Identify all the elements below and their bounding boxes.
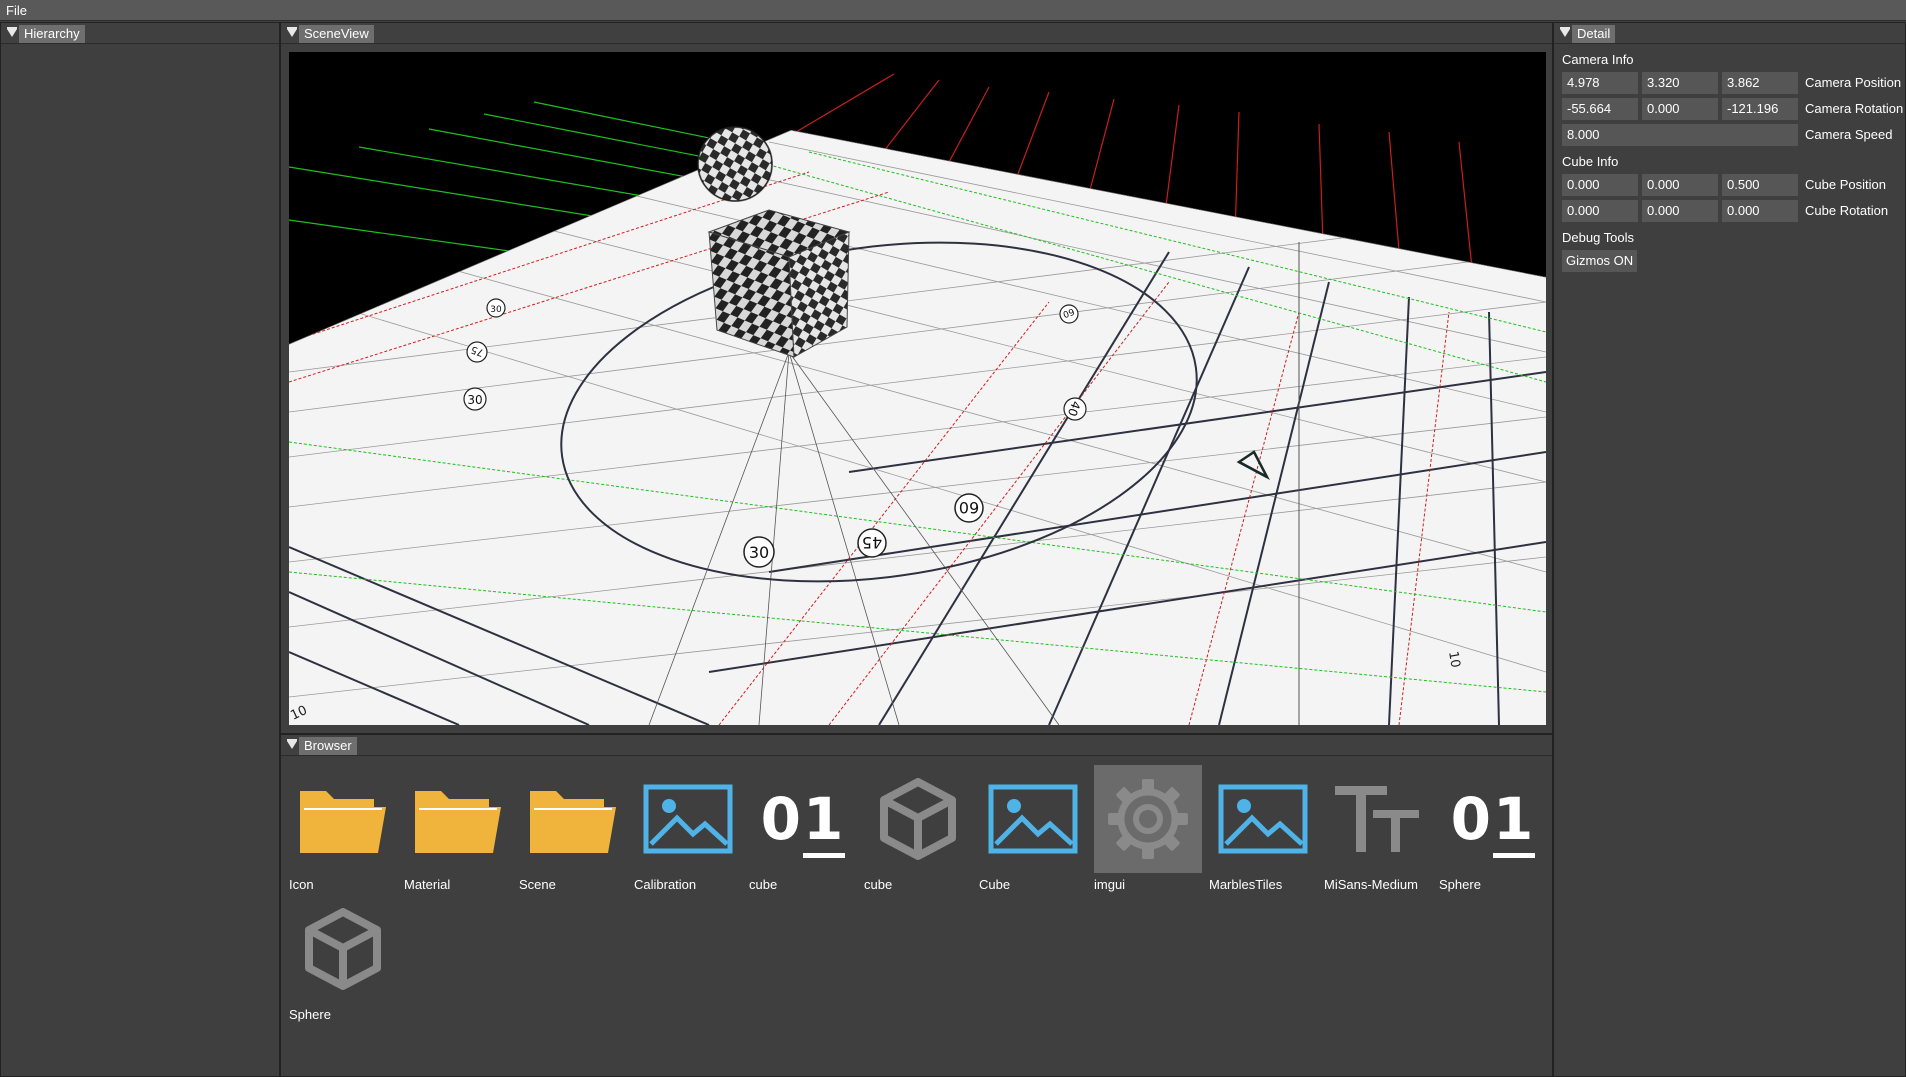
asset-label: cube: [864, 877, 893, 892]
cube-position-y-field[interactable]: 0.000: [1642, 174, 1718, 196]
browser-panel-header: Browser: [281, 735, 1552, 756]
camera-position-z-field[interactable]: 3.862: [1722, 72, 1798, 94]
tab-detail[interactable]: Detail: [1572, 25, 1616, 43]
sceneview-panel-header: SceneView: [281, 23, 1552, 44]
asset-label: Sphere: [289, 1007, 331, 1022]
camera-speed-label: Camera Speed: [1805, 127, 1893, 142]
collapse-triangle-icon[interactable]: [287, 739, 297, 749]
collapse-triangle-icon[interactable]: [1560, 27, 1570, 37]
detail-panel: Detail Camera Info 4.978 3.320 3.862 Cam…: [1553, 22, 1906, 1077]
collapse-triangle-icon[interactable]: [287, 27, 297, 37]
browser-panel: Browser Icon Material Scene Calibration: [280, 734, 1553, 1077]
debug-tools-title: Debug Tools: [1562, 230, 1635, 245]
folder-icon: [519, 765, 627, 873]
asset-item[interactable]: MiSans-Medium: [1324, 765, 1432, 895]
binary-file-icon: 01: [749, 765, 857, 873]
cube-rotation-z-field[interactable]: 0.000: [1722, 200, 1798, 222]
binary-glyph: 01: [761, 785, 846, 858]
camera-position-x-field[interactable]: 4.978: [1562, 72, 1638, 94]
cube-position-z-field[interactable]: 0.500: [1722, 174, 1798, 196]
cube-rotation-y-field[interactable]: 0.000: [1642, 200, 1718, 222]
cube-position-label: Cube Position: [1805, 177, 1886, 192]
ground-plane: [289, 130, 1546, 725]
binary-file-icon: 01: [1439, 765, 1547, 873]
collapse-triangle-icon[interactable]: [7, 27, 17, 37]
scene-render: 30 45 60 40 30 75 60 30 10 10: [289, 73, 1546, 725]
asset-item[interactable]: Icon: [289, 765, 397, 895]
folder-icon: [289, 765, 397, 873]
asset-label: Cube: [979, 877, 1011, 892]
image-icon: [979, 765, 1087, 873]
dial-label: 30: [490, 305, 502, 315]
asset-item[interactable]: imgui: [1094, 765, 1202, 895]
camera-rotation-x-field[interactable]: -55.664: [1562, 98, 1638, 120]
font-icon: [1324, 765, 1432, 873]
camera-rotation-z-field[interactable]: -121.196: [1722, 98, 1798, 120]
asset-item[interactable]: Cube: [979, 765, 1087, 895]
asset-item[interactable]: 01 Sphere: [1439, 765, 1547, 895]
asset-label: Scene: [519, 877, 556, 892]
camera-rotation-y-field[interactable]: 0.000: [1642, 98, 1718, 120]
asset-item[interactable]: Calibration: [634, 765, 742, 895]
cube-info-title: Cube Info: [1562, 154, 1619, 169]
tab-sceneview[interactable]: SceneView: [299, 25, 374, 43]
camera-info-title: Camera Info: [1562, 52, 1634, 67]
camera-speed-field[interactable]: 8.000: [1562, 124, 1798, 146]
hierarchy-panel: Hierarchy: [0, 22, 280, 1077]
gizmos-toggle-button[interactable]: Gizmos ON: [1562, 250, 1638, 272]
asset-item[interactable]: Scene: [519, 765, 627, 895]
tab-browser[interactable]: Browser: [299, 737, 357, 755]
asset-item[interactable]: 01 cube: [749, 765, 857, 895]
asset-label: imgui: [1094, 877, 1126, 892]
asset-label: Sphere: [1439, 877, 1481, 892]
asset-label: MarblesTiles: [1209, 877, 1283, 892]
dial-label: 30: [749, 543, 769, 562]
asset-item[interactable]: Material: [404, 765, 512, 895]
asset-item[interactable]: cube: [864, 765, 972, 895]
asset-label: cube: [749, 877, 778, 892]
ruler-label: 10: [1445, 650, 1463, 669]
dial-label: 30: [467, 393, 482, 407]
cube-object[interactable]: [707, 209, 851, 358]
tab-hierarchy[interactable]: Hierarchy: [19, 25, 85, 43]
menu-file[interactable]: File: [6, 3, 27, 18]
cube-rotation-label: Cube Rotation: [1805, 203, 1889, 218]
cube-rotation-x-field[interactable]: 0.000: [1562, 200, 1638, 222]
camera-rotation-label: Camera Rotation: [1805, 101, 1904, 116]
asset-item[interactable]: MarblesTiles: [1209, 765, 1317, 895]
detail-panel-header: Detail: [1554, 23, 1905, 44]
dial-label: 60: [959, 498, 979, 517]
gear-icon: [1094, 765, 1202, 873]
image-icon: [634, 765, 742, 873]
hierarchy-panel-header: Hierarchy: [1, 23, 279, 44]
folder-icon: [404, 765, 512, 873]
binary-glyph: 01: [1451, 785, 1536, 858]
asset-label: Material: [404, 877, 451, 892]
camera-position-y-field[interactable]: 3.320: [1642, 72, 1718, 94]
cube-position-x-field[interactable]: 0.000: [1562, 174, 1638, 196]
menu-bar: File: [0, 0, 1906, 21]
dial-label: 45: [862, 533, 882, 552]
sphere-object[interactable]: [697, 126, 773, 202]
camera-position-label: Camera Position: [1805, 75, 1902, 90]
asset-label: Calibration: [634, 877, 697, 892]
sceneview-panel: SceneView 30 45 60 40 30 75 60 30 10 10: [280, 22, 1553, 734]
asset-label: Icon: [289, 877, 314, 892]
asset-item[interactable]: Sphere: [289, 895, 397, 1025]
image-icon: [1209, 765, 1317, 873]
asset-label: MiSans-Medium: [1324, 877, 1418, 892]
mesh-cube-icon: [289, 895, 397, 1003]
mesh-cube-icon: [864, 765, 972, 873]
scene-viewport[interactable]: 30 45 60 40 30 75 60 30 10 10: [289, 52, 1546, 725]
